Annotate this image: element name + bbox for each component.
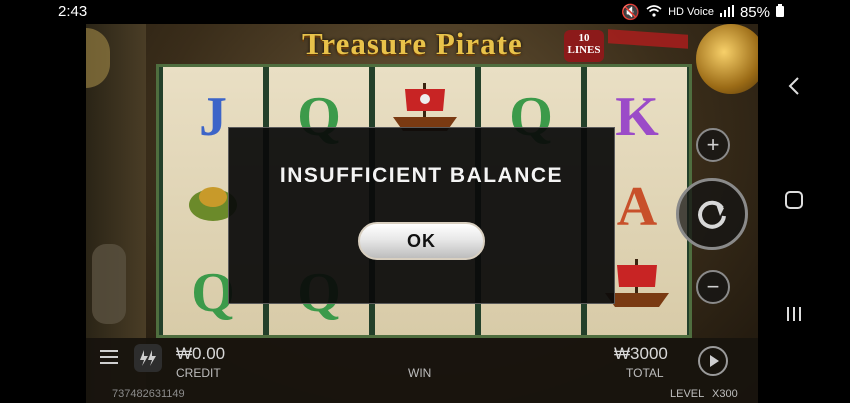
recents-icon [787, 307, 801, 321]
minus-button[interactable]: − [696, 270, 730, 304]
account-id: 737482631149 [112, 388, 185, 400]
turbo-icon [140, 350, 156, 366]
cannon-decoration [92, 244, 126, 324]
signal-icon [719, 4, 734, 21]
dialog-message: INSUFFICIENT BALANCE [279, 164, 564, 187]
plus-icon: + [706, 132, 720, 157]
game-title: Treasure Pirate [302, 26, 523, 61]
level-value: X300 [712, 388, 738, 400]
menu-icon [100, 350, 118, 364]
battery-icon [776, 3, 784, 21]
gold-orb-decoration [696, 24, 758, 94]
minus-icon: − [706, 274, 720, 299]
recents-button[interactable] [776, 296, 812, 332]
hd-voice-badge: HD Voice [668, 6, 714, 18]
insufficient-balance-dialog: INSUFFICIENT BALANCE OK [228, 127, 615, 304]
home-button[interactable] [776, 182, 812, 218]
credit-amount: ₩0.00 [176, 344, 226, 363]
win-label: WIN [408, 366, 432, 380]
back-icon [788, 77, 799, 95]
turbo-button[interactable] [134, 344, 162, 372]
status-indicators: 🔇 HD Voice 85% [621, 3, 784, 21]
total-amount: ₩3000 [614, 344, 668, 363]
plus-button[interactable]: + [696, 128, 730, 162]
ok-button[interactable]: OK [358, 222, 485, 260]
back-button[interactable] [776, 68, 812, 104]
total-label: TOTAL [626, 366, 664, 380]
bottom-bar: ₩0.00 CREDIT WIN ₩3000 TOTAL 73748263114… [86, 338, 758, 403]
spin-icon [698, 200, 726, 229]
autoplay-button[interactable] [698, 346, 728, 376]
level-label: LEVEL [670, 388, 705, 400]
status-bar: 2:43 🔇 HD Voice 85% [0, 0, 850, 24]
wifi-icon [646, 4, 662, 21]
status-time: 2:43 [58, 3, 88, 20]
navigation-bar [758, 24, 850, 403]
credit-label: CREDIT [176, 366, 221, 380]
game-view: Treasure Pirate 10 LINES J Q Q Q Q [86, 24, 758, 403]
menu-button[interactable] [100, 348, 120, 371]
mute-icon: 🔇 [621, 4, 641, 21]
battery-text: 85% [739, 3, 770, 21]
spin-button[interactable] [676, 178, 748, 250]
home-icon [785, 191, 803, 209]
autoplay-icon [710, 355, 719, 367]
flag-decoration [608, 29, 688, 49]
lines-badge: 10 LINES [564, 30, 604, 62]
